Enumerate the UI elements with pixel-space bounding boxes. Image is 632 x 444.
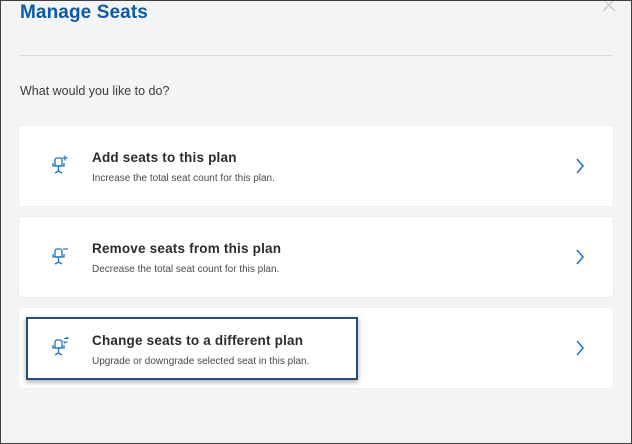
chevron-right-icon [576,249,584,265]
dialog-prompt: What would you like to do? [20,84,170,98]
option-description: Increase the total seat count for this p… [92,173,275,184]
option-change-seats[interactable]: Change seats to a different plan Upgrade… [19,308,613,388]
dialog-title: Manage Seats [20,2,148,23]
seat-change-icon [52,336,70,356]
seat-remove-icon [52,248,68,265]
option-title: Change seats to a different plan [92,333,304,348]
option-title: Add seats to this plan [92,150,237,165]
chevron-right-icon [576,158,584,174]
option-title: Remove seats from this plan [92,241,282,256]
option-description: Decrease the total seat count for this p… [92,264,280,275]
seat-add-icon [52,155,68,174]
option-add-seats[interactable]: Add seats to this plan Increase the tota… [19,126,613,206]
close-icon[interactable] [599,0,619,15]
header-divider [20,55,612,56]
option-description: Upgrade or downgrade selected seat in th… [92,356,310,367]
option-remove-seats[interactable]: Remove seats from this plan Decrease the… [19,217,613,297]
chevron-right-icon [576,340,584,356]
manage-seats-dialog: Manage Seats What would you like to do? … [0,0,632,444]
